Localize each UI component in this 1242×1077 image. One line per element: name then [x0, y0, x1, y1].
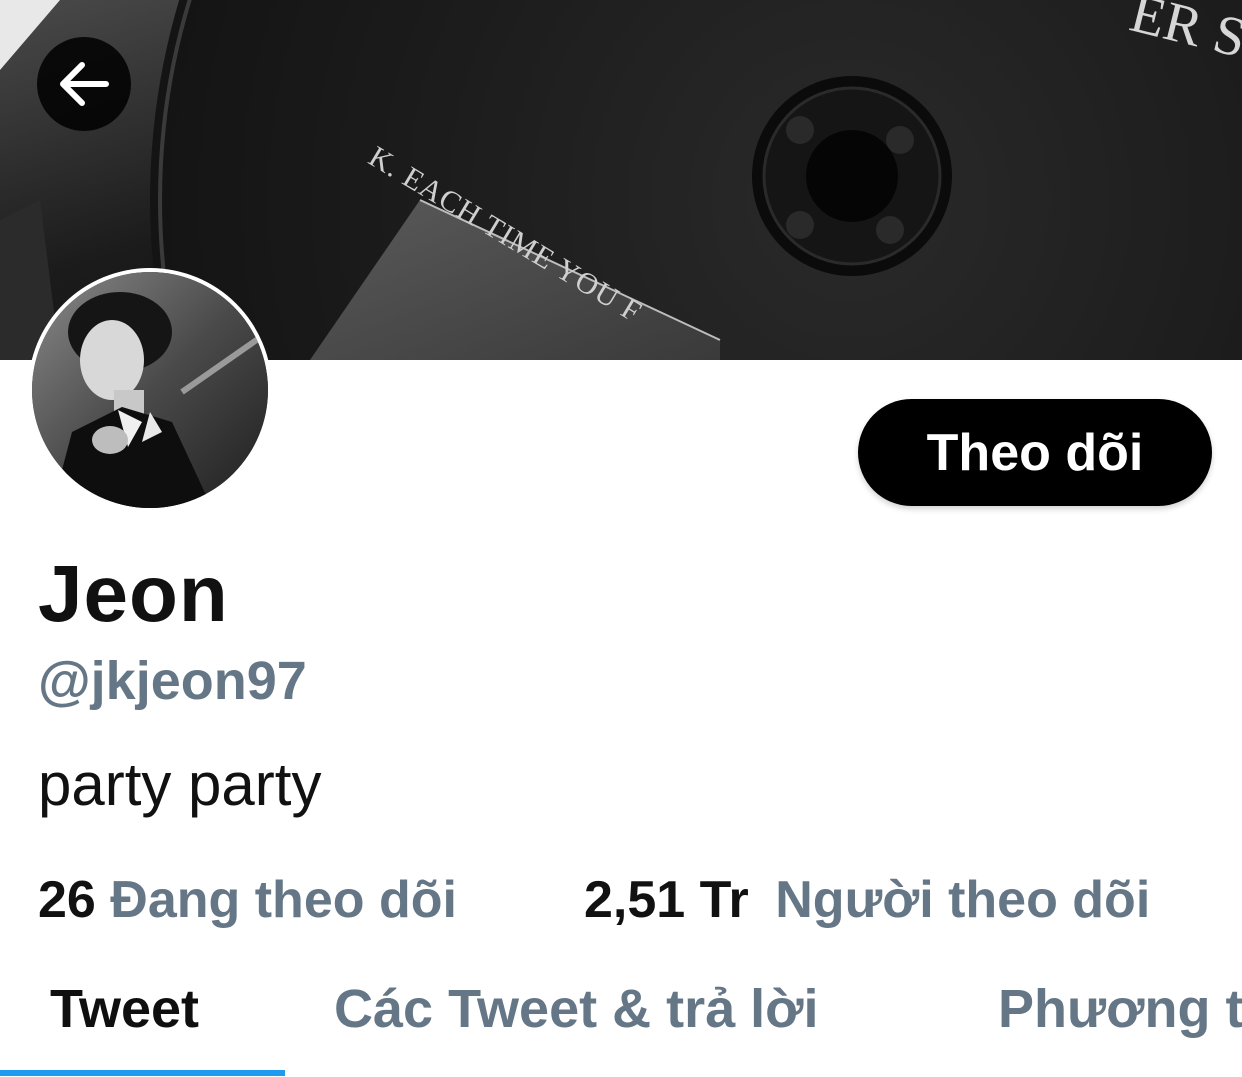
following-count: 26	[38, 871, 96, 929]
profile-bio: party party	[38, 751, 322, 818]
tab-tweets-and-replies[interactable]: Các Tweet & trả lời	[334, 978, 819, 1040]
tab-tweets[interactable]: Tweet	[50, 978, 199, 1040]
user-handle: @jkjeon97	[38, 651, 307, 711]
followers-count: 2,51 Tr	[584, 871, 749, 929]
follow-button[interactable]: Theo dõi	[858, 399, 1212, 506]
arrow-left-icon	[60, 62, 109, 106]
avatar[interactable]	[28, 268, 272, 512]
display-name: Jeon	[38, 549, 229, 638]
tab-media[interactable]: Phương t	[998, 978, 1242, 1040]
following-label: Đang theo dõi	[110, 871, 457, 929]
profile-tabs: Tweet Các Tweet & trả lời Phương t	[0, 960, 1242, 1077]
active-tab-indicator	[0, 1070, 285, 1076]
following-stat[interactable]: 26 Đang theo dõi	[38, 870, 457, 930]
avatar-image	[32, 272, 268, 508]
profile-page: K. EACH TIME YOU F ER S Theo dõi Jeon @j…	[0, 0, 1242, 1077]
followers-label: Người theo dõi	[775, 871, 1151, 929]
back-button[interactable]	[37, 37, 131, 131]
followers-stat[interactable]: 2,51 Tr Người theo dõi	[584, 870, 1150, 930]
